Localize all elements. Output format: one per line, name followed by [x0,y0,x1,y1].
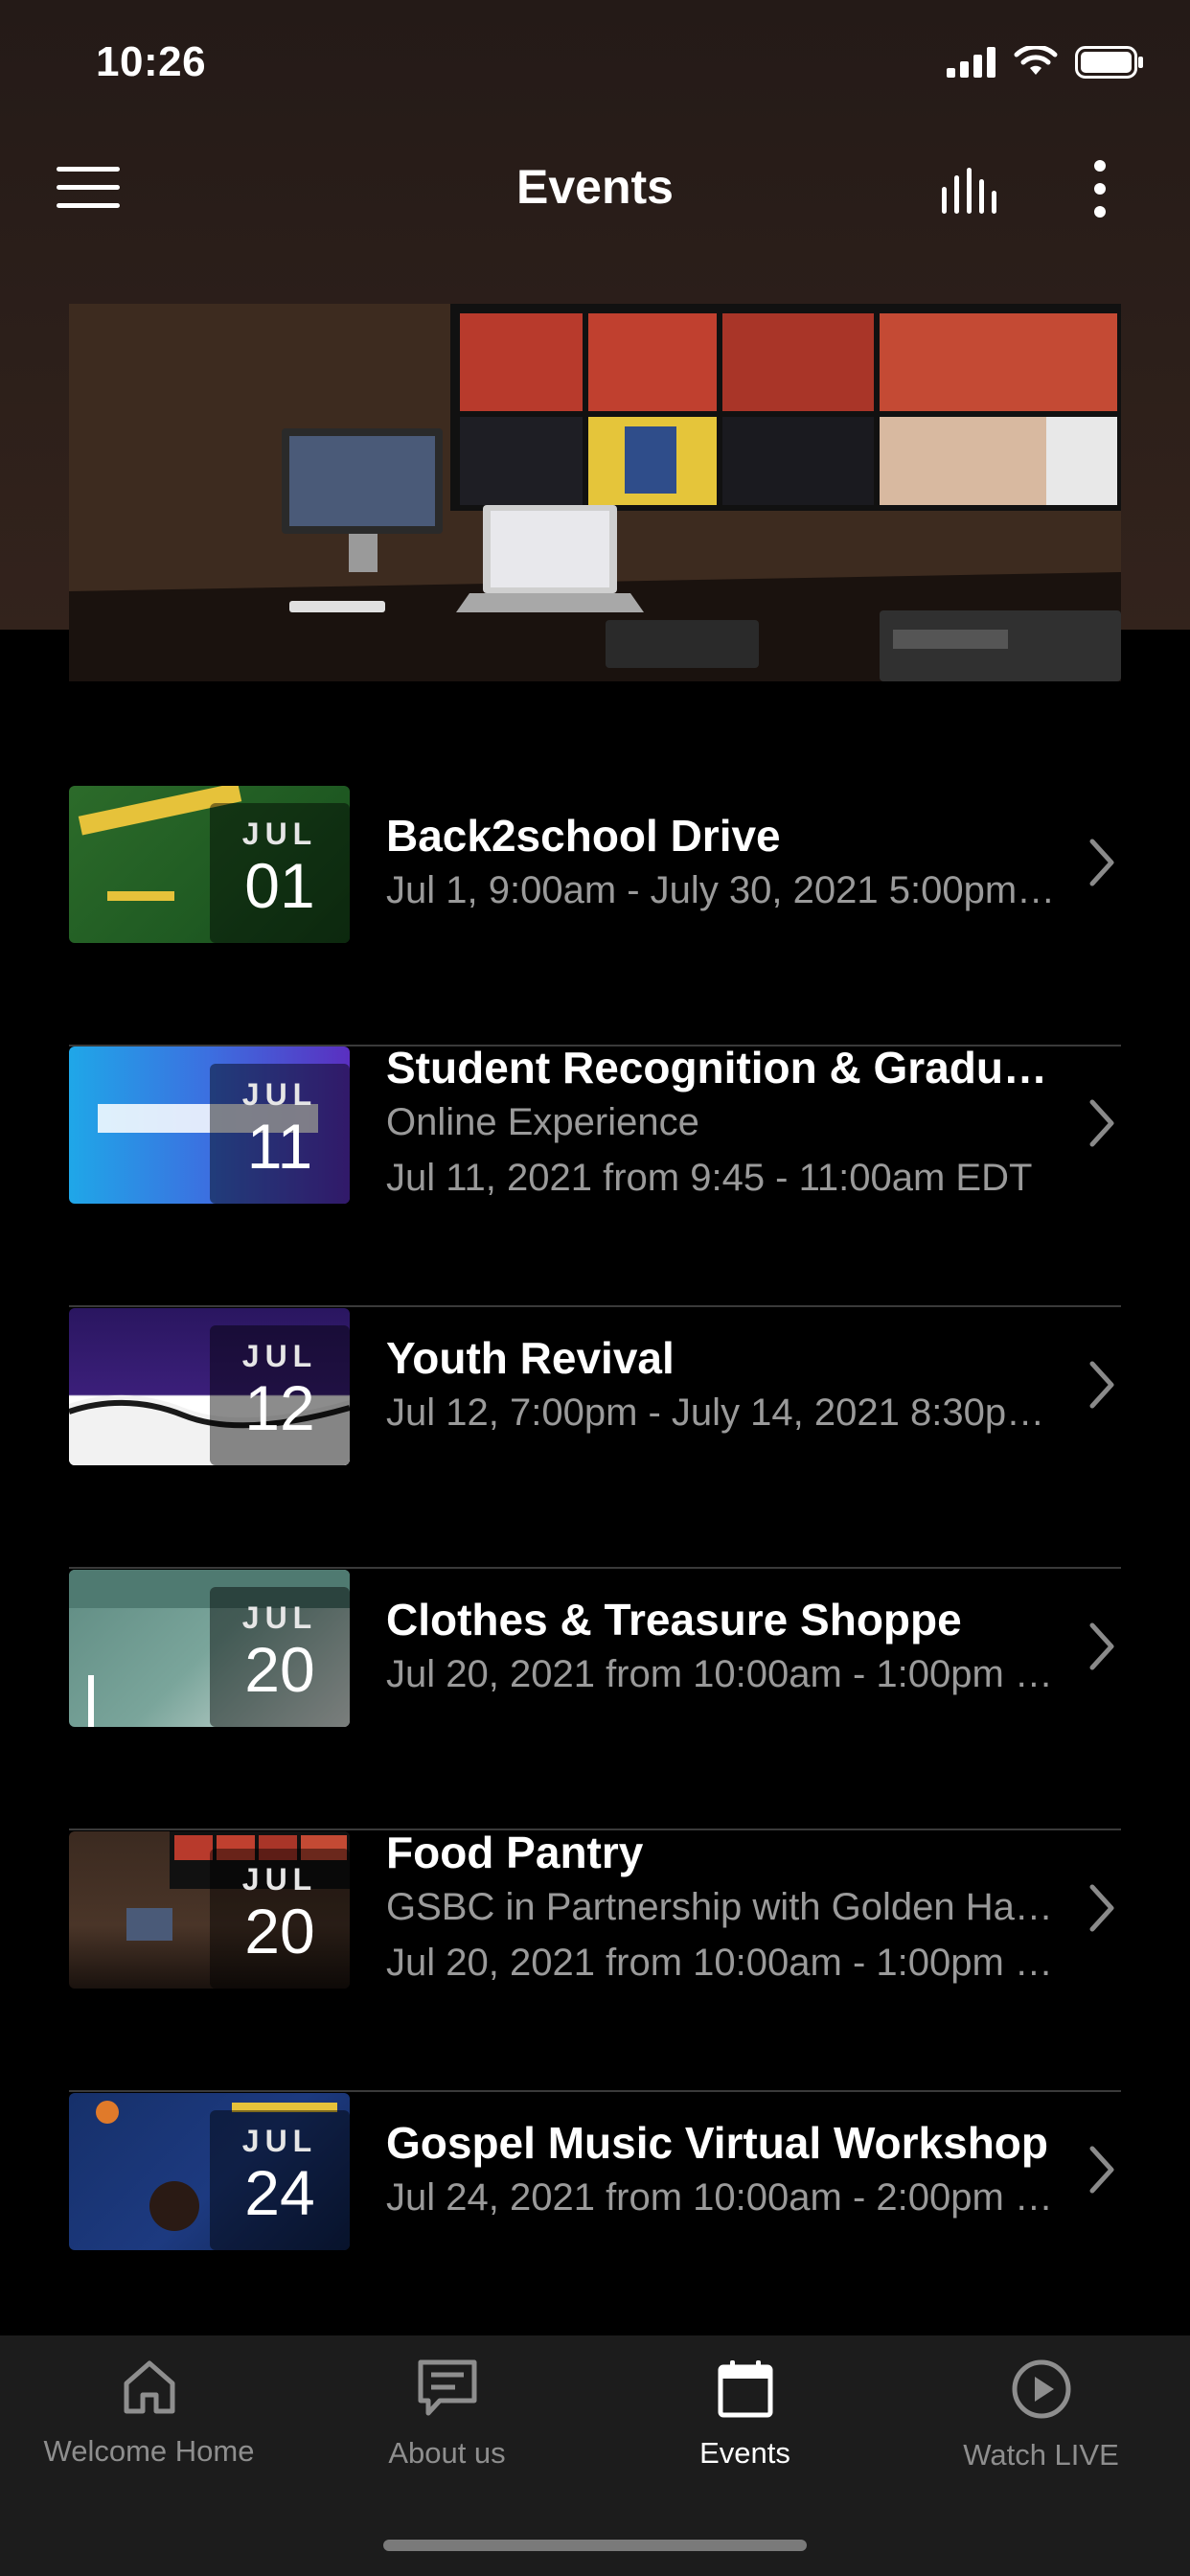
chevron-right-icon [1089,1622,1114,1670]
date-badge: JUL 11 [210,1064,350,1204]
home-icon [124,2360,174,2414]
battery-icon [1075,46,1143,79]
event-row-2[interactable]: JUL 11 Student Recognition & Graduate Su… [69,1043,1121,1307]
audio-bars-icon [942,168,996,214]
date-badge: JUL 24 [210,2110,350,2250]
event-title: Back2school Drive [386,811,781,861]
tab-watch-live[interactable]: Watch LIVE [892,2358,1190,2472]
chevron-right-icon [1089,1361,1114,1409]
event-title: Food Pantry [386,1828,644,1877]
tab-label: About us [388,2436,506,2470]
date-badge: JUL 12 [210,1325,350,1465]
date-month: JUL [241,816,318,851]
event-thumbnail: JUL 12 [69,1308,350,1465]
date-badge: JUL 20 [210,1587,350,1727]
date-day: 20 [244,1896,315,1966]
page-title: Events [516,160,674,214]
date-day: 20 [244,1634,315,1705]
event-row-6[interactable]: JUL 24 Gospel Music Virtual Workshop Jul… [69,2093,1121,2354]
event-datetime: Jul 20, 2021 from 10:00am - 1:00pm EDT [386,1942,1064,1984]
event-subtitle: GSBC in Partnership with Golden Harvest [386,1886,1064,1928]
chevron-right-icon [1089,1099,1114,1147]
event-thumbnail: JUL 24 [69,2093,350,2250]
tab-label: Welcome Home [43,2434,255,2468]
date-day: 24 [244,2157,315,2228]
message-icon [418,2359,476,2416]
event-datetime: Jul 12, 7:00pm - July 14, 2021 8:30pm ED… [386,1392,1064,1434]
row-divider [69,1305,1121,1307]
date-month: JUL [241,1862,318,1897]
tab-label: Watch LIVE [963,2438,1119,2472]
wifi-icon [1014,46,1058,75]
more-vertical-icon [1094,160,1106,218]
chevron-right-icon [1089,1884,1114,1932]
date-month: JUL [241,1077,318,1112]
status-icons [947,46,1144,79]
event-subtitle: Online Experience [386,1101,699,1143]
calendar-icon [718,2360,772,2418]
chevron-right-icon [1089,839,1114,886]
event-title: Gospel Music Virtual Workshop [386,2118,1048,2168]
event-datetime: Jul 20, 2021 from 10:00am - 1:00pm EDT [386,1653,1064,1695]
tab-label: Events [699,2436,790,2470]
event-datetime: Jul 1, 9:00am - July 30, 2021 5:00pm EDT [386,869,1064,911]
event-thumbnail: JUL 01 [69,786,350,943]
tab-events[interactable]: Events [596,2358,894,2471]
event-title: Student Recognition & Graduate Sunday [386,1043,1064,1092]
row-divider [69,1567,1121,1569]
event-thumbnail: JUL 20 [69,1570,350,1727]
event-row-5[interactable]: JUL 20 Food Pantry GSBC in Partnership w… [69,1828,1121,2092]
home-indicator[interactable] [383,2540,807,2551]
signal-icon [947,47,995,78]
event-thumbnail: JUL 20 [69,1831,350,1989]
event-title: Youth Revival [386,1333,675,1383]
date-badge: JUL 01 [210,803,350,943]
event-title: Clothes & Treasure Shoppe [386,1595,962,1644]
event-row-4[interactable]: JUL 20 Clothes & Treasure Shoppe Jul 20,… [69,1570,1121,1830]
tab-about-us[interactable]: About us [298,2358,596,2471]
tab-welcome-home[interactable]: Welcome Home [0,2358,298,2469]
hero-image [69,304,1121,681]
date-month: JUL [241,1600,318,1635]
date-day: 11 [246,1111,313,1182]
play-circle-icon [1012,2359,1070,2419]
status-time: 10:26 [96,38,207,85]
row-divider [69,2090,1121,2092]
date-day: 01 [244,850,315,921]
date-month: JUL [241,2124,318,2158]
date-month: JUL [241,1339,318,1373]
more-button[interactable] [1073,153,1127,224]
event-datetime: Jul 24, 2021 from 10:00am - 2:00pm EDT [386,2176,1064,2219]
event-row-3[interactable]: JUL 12 Youth Revival Jul 12, 7:00pm - Ju… [69,1308,1121,1569]
event-row-1[interactable]: JUL 01 Back2school Drive Jul 1, 9:00am -… [69,786,1121,1046]
audio-button[interactable] [934,161,1011,220]
event-thumbnail: JUL 11 [69,1046,350,1204]
chevron-right-icon [1089,2146,1114,2194]
date-badge: JUL 20 [210,1849,350,1989]
event-datetime: Jul 11, 2021 from 9:45 - 11:00am EDT [386,1157,1033,1199]
date-day: 12 [244,1372,315,1443]
